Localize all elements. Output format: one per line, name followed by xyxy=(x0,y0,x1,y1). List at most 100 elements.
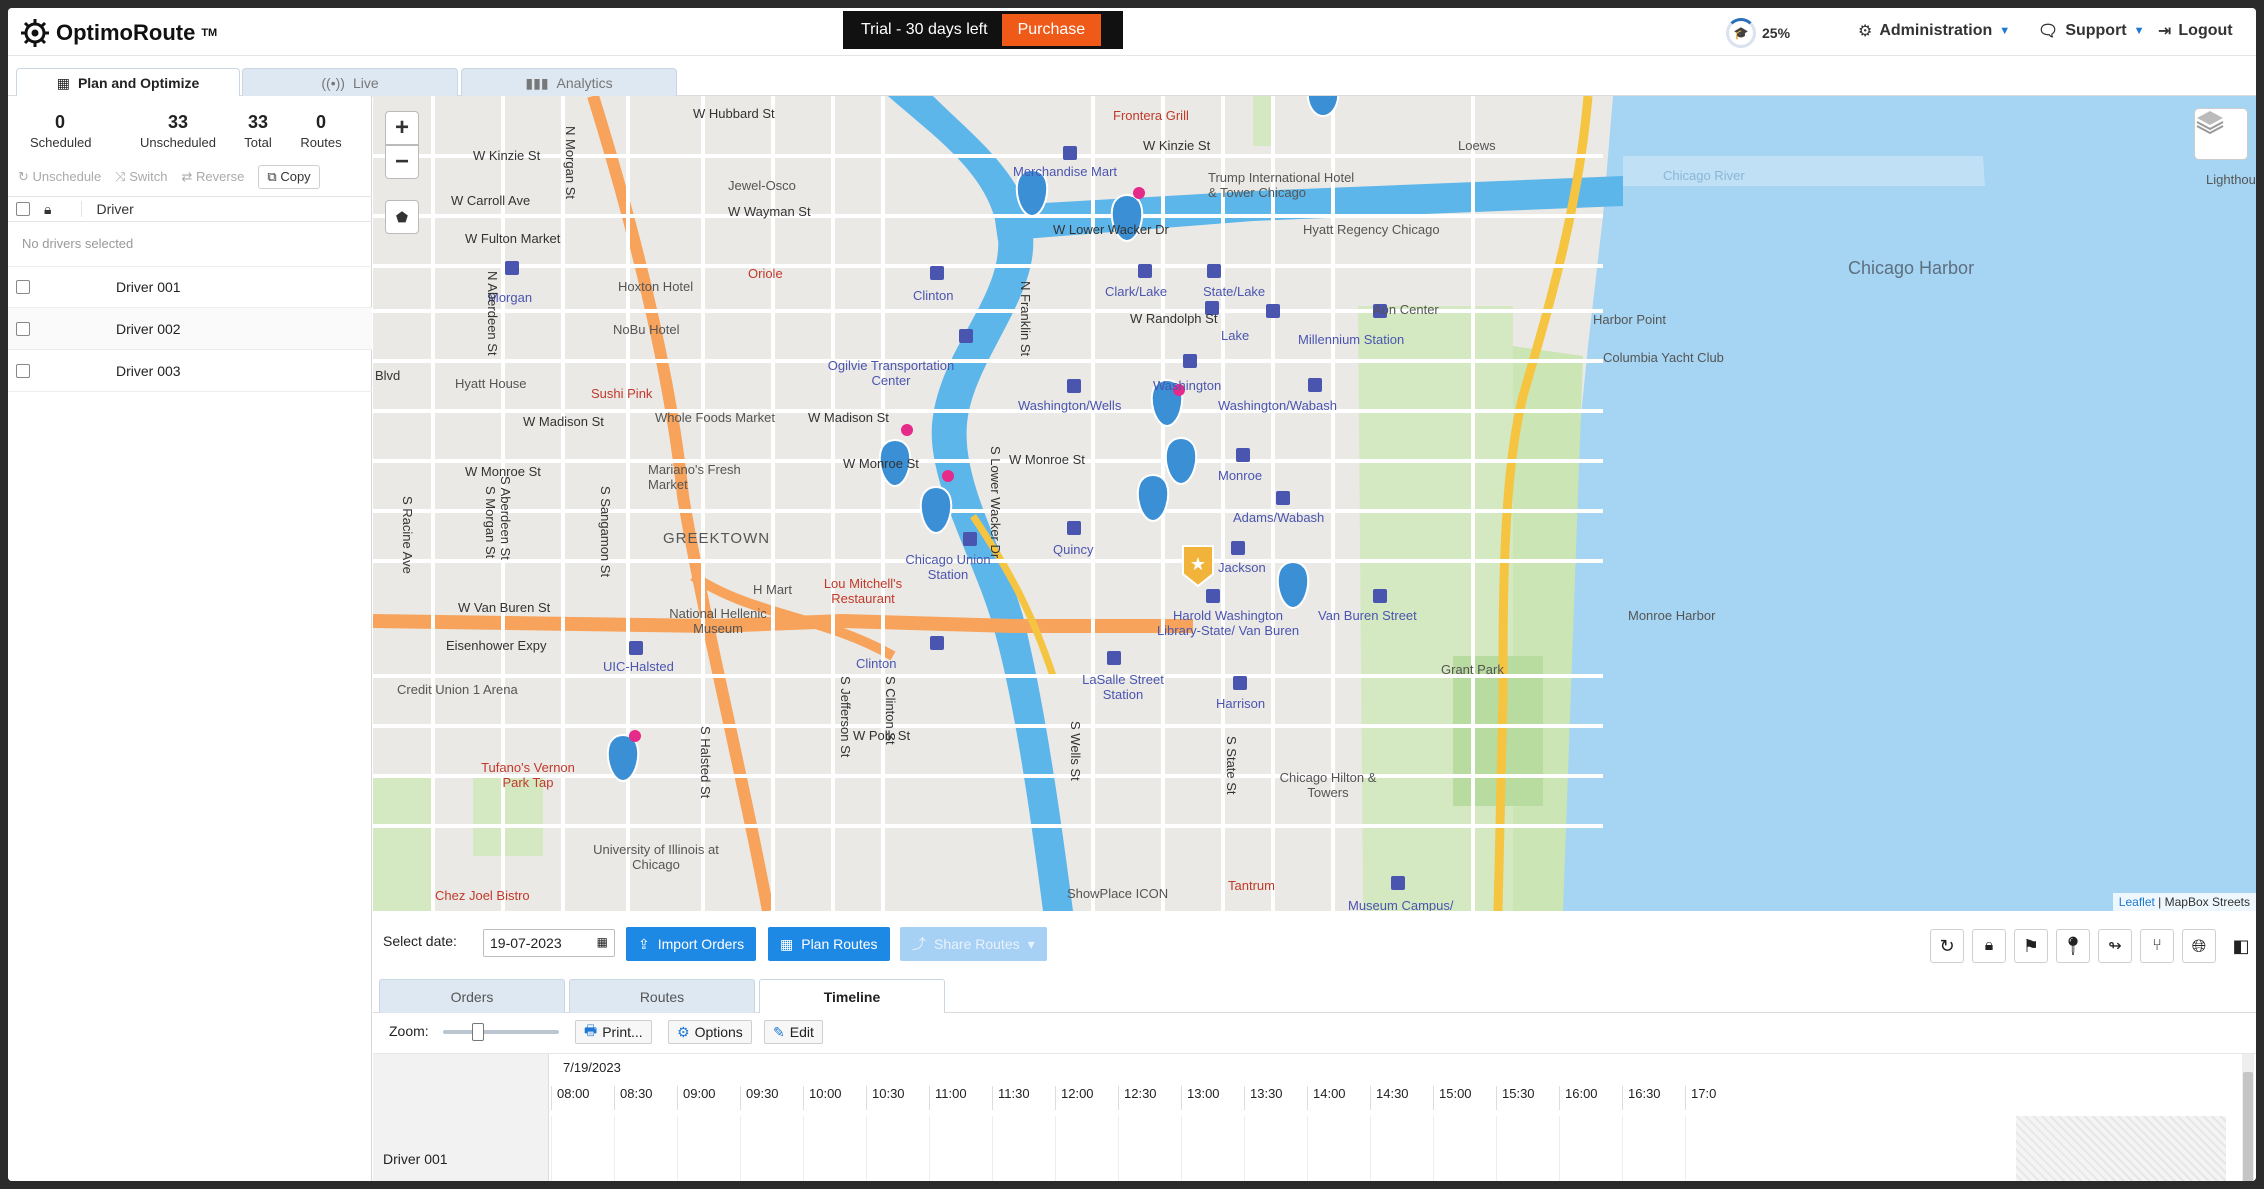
zoom-in-button[interactable]: + xyxy=(385,111,419,145)
tab-analytics[interactable]: ▮▮▮ Analytics xyxy=(461,68,677,97)
map-label: Sushi Pink xyxy=(591,386,653,401)
timeline-cell[interactable] xyxy=(1685,1116,1748,1181)
date-input[interactable]: 19-07-2023 ▦ xyxy=(483,929,615,957)
timeline-cell[interactable] xyxy=(1496,1116,1559,1181)
calendar-icon[interactable]: ▦ xyxy=(597,935,608,949)
logo-text: OptimoRoute xyxy=(56,20,196,45)
unschedule-button[interactable]: ↻ Unschedule xyxy=(18,169,101,185)
timeline-hour: 08:00 xyxy=(551,1086,614,1110)
timeline-hour: 10:30 xyxy=(866,1086,929,1110)
timeline-cell[interactable] xyxy=(614,1116,677,1181)
share-routes-label: Share Routes xyxy=(934,936,1020,952)
logo-gear-icon xyxy=(21,19,49,47)
timeline-cell[interactable] xyxy=(1559,1116,1622,1181)
layers-button[interactable] xyxy=(2194,108,2248,160)
map-label: Quincy xyxy=(1053,542,1094,557)
globe-icon: 🌐︎ xyxy=(2191,935,2207,956)
timeline-cell[interactable] xyxy=(1055,1116,1118,1181)
graduation-cap-icon: 🎓 xyxy=(1726,18,1756,48)
map-label: Whole Foods Market xyxy=(655,410,775,425)
brand-logo[interactable]: OptimoRoute TM xyxy=(20,18,217,48)
map-pin-flag-button[interactable]: ⚑ xyxy=(2014,929,2048,963)
timeline-cell[interactable] xyxy=(677,1116,740,1181)
import-orders-button[interactable]: ⇪ Import Orders xyxy=(626,927,757,961)
timeline-cell[interactable] xyxy=(803,1116,866,1181)
options-button[interactable]: ⚙ Options xyxy=(668,1020,752,1044)
reverse-button[interactable]: ⇄ Reverse xyxy=(181,169,244,185)
location-pin-button[interactable]: 📍︎ xyxy=(2056,929,2090,963)
tab-orders[interactable]: Orders xyxy=(379,979,565,1013)
timeline-cell[interactable] xyxy=(1622,1116,1685,1181)
timeline-cell[interactable] xyxy=(1307,1116,1370,1181)
map-label: W Randolph St xyxy=(1130,311,1218,326)
timeline-cell[interactable] xyxy=(1433,1116,1496,1181)
lock-icon[interactable]: 🔒︎ xyxy=(44,201,51,218)
timeline-cell[interactable] xyxy=(866,1116,929,1181)
driver-column-header: Driver xyxy=(81,201,134,217)
logout-link[interactable]: ⇥ Logout xyxy=(2158,21,2233,41)
driver-checkbox[interactable] xyxy=(16,363,30,378)
timeline-cell[interactable] xyxy=(1370,1116,1433,1181)
map-label: S Jefferson St xyxy=(838,676,853,758)
tab-plan-and-optimize[interactable]: ▦ Plan and Optimize xyxy=(16,68,240,97)
purchase-button[interactable]: Purchase xyxy=(1001,14,1102,46)
zoom-slider-handle[interactable] xyxy=(472,1023,484,1041)
panel-toggle-button[interactable]: ◧ xyxy=(2224,929,2256,963)
branch-route-button[interactable]: ⑂ xyxy=(2140,929,2174,963)
map-label: Clark/Lake xyxy=(1105,284,1168,299)
pencil-icon: ✎ xyxy=(773,1023,785,1040)
timeline-cell[interactable] xyxy=(1181,1116,1244,1181)
print-button[interactable]: 🖶 Print... xyxy=(575,1020,652,1044)
administration-menu[interactable]: ⚙ Administration ▼ xyxy=(1858,21,2010,41)
map-label: UIC-Halsted xyxy=(603,659,674,674)
map-label: Lake xyxy=(1221,328,1250,343)
draw-polygon-button[interactable]: ⬟ xyxy=(385,200,419,234)
switch-button[interactable]: ⤨ Switch xyxy=(115,169,167,185)
globe-button[interactable]: 🌐︎ xyxy=(2182,929,2216,963)
map-view[interactable]: ★ + − ⬟ W Hubbard St W Kinzie St W Carro… xyxy=(373,96,2256,911)
map-label: Trump International Hotel & Tower Chicag… xyxy=(1208,170,1355,200)
tab-live[interactable]: ((•)) Live xyxy=(242,68,458,97)
timeline-cell[interactable] xyxy=(551,1116,614,1181)
driver-row[interactable]: Driver 002 xyxy=(8,308,372,350)
lock-button[interactable]: 🔒︎ xyxy=(1972,929,2006,963)
timeline-date: 7/19/2023 xyxy=(563,1060,621,1075)
select-all-checkbox[interactable] xyxy=(16,202,30,216)
left-sidebar: 0 Scheduled 33 Unscheduled 33 Total 0 Ro… xyxy=(8,96,372,1181)
timeline-grid[interactable]: 7/19/2023 08:00 08:30 09:00 09:30 10:00 10:30… xyxy=(373,1053,2256,1181)
tab-routes[interactable]: Routes xyxy=(569,979,755,1013)
driver-checkbox[interactable] xyxy=(16,280,30,294)
route-button[interactable]: ↬ xyxy=(2098,929,2132,963)
timeline-scrollbar[interactable] xyxy=(2242,1054,2254,1181)
tab-label: Analytics xyxy=(556,75,613,91)
map-label: Chicago River xyxy=(1663,168,1745,183)
edit-button[interactable]: ✎ Edit xyxy=(764,1020,823,1044)
share-routes-button[interactable]: ⤴ Share Routes ▾ xyxy=(900,927,1047,961)
layers-icon xyxy=(2196,111,2224,135)
onboarding-progress[interactable]: 🎓 25% xyxy=(1726,18,1790,48)
support-menu[interactable]: 🗨 Support ▼ xyxy=(2038,21,2145,41)
map-label: S Racine Ave xyxy=(400,496,415,574)
driver-row[interactable]: Driver 001 xyxy=(8,266,372,308)
map-label: Lou Mitchell's Restaurant xyxy=(823,576,903,606)
plan-routes-button[interactable]: ▦ Plan Routes xyxy=(768,927,890,961)
driver-checkbox[interactable] xyxy=(16,321,30,336)
tab-timeline[interactable]: Timeline xyxy=(759,979,945,1013)
driver-row[interactable]: Driver 003 xyxy=(8,350,372,392)
refresh-button[interactable]: ↻ xyxy=(1930,929,1964,963)
timeline-cell[interactable] xyxy=(1118,1116,1181,1181)
map-label: Harrison xyxy=(1216,696,1266,711)
zoom-out-button[interactable]: − xyxy=(385,145,419,179)
copy-button[interactable]: ⧉ Copy xyxy=(258,165,320,189)
plan-routes-label: Plan Routes xyxy=(801,936,878,952)
scrollbar-thumb[interactable] xyxy=(2243,1072,2253,1181)
leaflet-link[interactable]: Leaflet xyxy=(2119,895,2155,909)
timeline-cell[interactable] xyxy=(929,1116,992,1181)
timeline-cell[interactable] xyxy=(992,1116,1055,1181)
timeline-cell[interactable] xyxy=(740,1116,803,1181)
timeline-hour: 11:00 xyxy=(929,1086,992,1110)
timeline-cell[interactable] xyxy=(1244,1116,1307,1181)
zoom-slider[interactable] xyxy=(443,1023,559,1041)
map-label: W Monroe St xyxy=(843,456,919,471)
stat-scheduled: 0 Scheduled xyxy=(30,112,91,150)
